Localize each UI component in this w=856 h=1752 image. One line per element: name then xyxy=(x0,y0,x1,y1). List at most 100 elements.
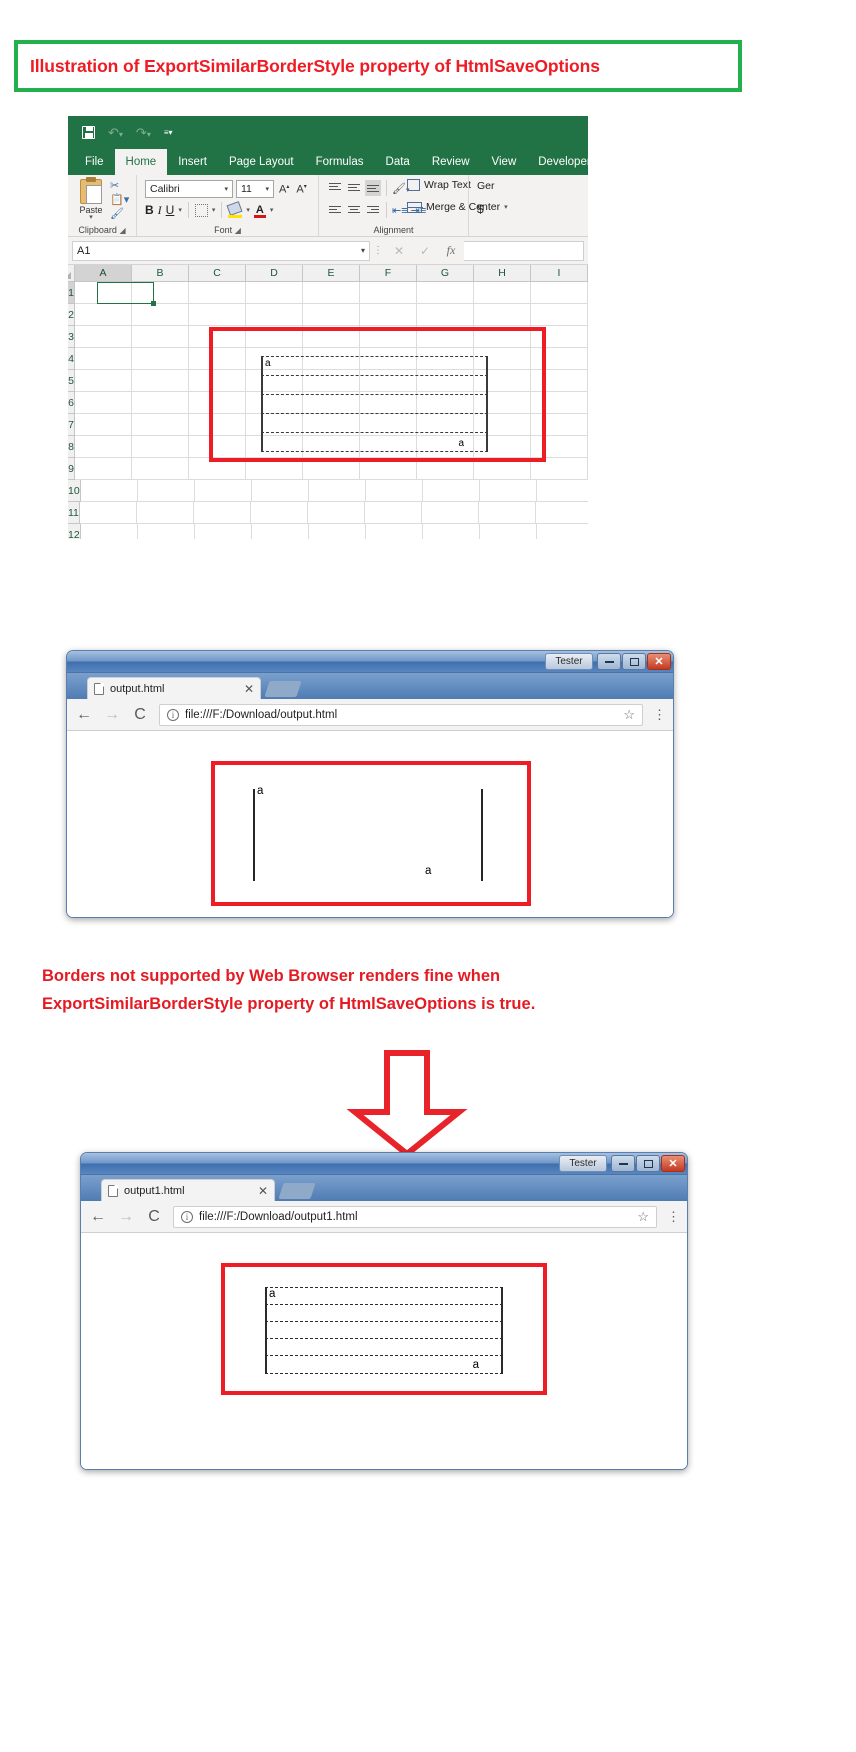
align-top-icon[interactable] xyxy=(327,180,343,196)
font-size-input[interactable]: 11 ▾ xyxy=(236,180,274,198)
info-icon[interactable]: i xyxy=(167,708,179,721)
grid-cell[interactable] xyxy=(478,502,536,524)
row-header-5[interactable]: 5 xyxy=(68,370,75,392)
row-header-3[interactable]: 3 xyxy=(68,326,75,348)
maximize-button[interactable] xyxy=(622,653,646,670)
align-left-icon[interactable] xyxy=(327,202,343,218)
column-header-h[interactable]: H xyxy=(474,265,531,281)
grid-cell[interactable] xyxy=(479,480,537,502)
redo-icon[interactable]: ↷▾ xyxy=(136,126,151,139)
grid-cell[interactable] xyxy=(474,304,531,326)
bookmark-star-icon[interactable]: ☆ xyxy=(623,707,635,723)
tester-button[interactable]: Tester xyxy=(559,1155,607,1172)
font-name-input[interactable]: Calibri ▾ xyxy=(145,180,233,198)
grid-cell[interactable] xyxy=(537,524,588,539)
grid-cell[interactable] xyxy=(246,304,303,326)
grid-cell[interactable] xyxy=(75,392,132,414)
row-header-10[interactable]: 10 xyxy=(68,480,81,502)
undo-icon[interactable]: ↶▾ xyxy=(108,126,123,139)
chevron-down-icon[interactable]: ▾ xyxy=(263,185,271,193)
row-header-4[interactable]: 4 xyxy=(68,348,75,370)
select-all-corner[interactable] xyxy=(68,265,75,281)
active-cell-selection[interactable] xyxy=(97,282,156,306)
grid-cell[interactable] xyxy=(303,282,360,304)
currency-format-icon[interactable]: $ xyxy=(477,202,484,216)
align-right-icon[interactable] xyxy=(365,202,381,218)
reload-icon[interactable]: C xyxy=(145,1208,163,1226)
format-painter-icon[interactable]: 🖌 xyxy=(110,207,134,221)
grid-cell[interactable] xyxy=(246,282,303,304)
forward-icon[interactable]: → xyxy=(117,1208,135,1226)
wrap-text-button[interactable]: Wrap Text xyxy=(407,179,471,191)
minimize-button[interactable] xyxy=(611,1155,635,1172)
chevron-down-icon[interactable]: ▾ xyxy=(361,246,365,255)
grid-cell[interactable] xyxy=(531,304,588,326)
minimize-button[interactable] xyxy=(597,653,621,670)
align-center-icon[interactable] xyxy=(346,202,362,218)
font-dialog-launcher-icon[interactable]: ◢ xyxy=(235,226,241,235)
grid-cell[interactable] xyxy=(250,502,308,524)
row-header-2[interactable]: 2 xyxy=(68,304,75,326)
grid-cell[interactable] xyxy=(531,282,588,304)
grid-cell[interactable] xyxy=(194,480,252,502)
grid-cell[interactable] xyxy=(132,348,189,370)
chevron-down-icon[interactable]: ▾ xyxy=(74,214,108,221)
info-icon[interactable]: i xyxy=(181,1210,193,1223)
chevron-down-icon[interactable]: ▾ xyxy=(178,207,182,214)
chevron-down-icon[interactable]: ▾ xyxy=(270,207,274,214)
back-icon[interactable]: ← xyxy=(75,706,93,724)
grid-cell[interactable] xyxy=(364,502,422,524)
column-header-e[interactable]: E xyxy=(303,265,360,281)
shrink-font-icon[interactable]: A▾ xyxy=(294,183,308,195)
column-header-c[interactable]: C xyxy=(189,265,246,281)
customize-qat-icon[interactable]: ≡▾ xyxy=(164,128,173,137)
clipboard-dialog-launcher-icon[interactable]: ◢ xyxy=(119,226,125,235)
grid-cell[interactable] xyxy=(421,502,479,524)
grid-cell[interactable] xyxy=(535,502,588,524)
column-header-a[interactable]: A xyxy=(75,265,132,281)
ribbon-tab-page-layout[interactable]: Page Layout xyxy=(218,149,305,175)
fill-color-icon[interactable] xyxy=(228,203,243,218)
new-tab-button[interactable] xyxy=(264,681,302,697)
reload-icon[interactable]: C xyxy=(131,706,149,724)
ribbon-tab-review[interactable]: Review xyxy=(421,149,481,175)
formula-input[interactable] xyxy=(464,240,584,261)
chevron-down-icon[interactable]: ▾ xyxy=(222,185,230,193)
copy-icon[interactable]: 📋▾ xyxy=(110,193,134,207)
insert-function-icon[interactable]: fx xyxy=(438,243,464,258)
ribbon-tab-file[interactable]: File xyxy=(74,149,115,175)
ribbon-tab-formulas[interactable]: Formulas xyxy=(305,149,375,175)
forward-icon[interactable]: → xyxy=(103,706,121,724)
grid-cell[interactable] xyxy=(189,282,246,304)
address-bar[interactable]: i file:///F:/Download/output.html ☆ xyxy=(159,703,643,726)
grid-cell[interactable] xyxy=(75,370,132,392)
column-header-i[interactable]: I xyxy=(531,265,588,281)
grid-cell[interactable] xyxy=(308,480,366,502)
tab-close-icon[interactable]: ✕ xyxy=(244,682,254,696)
cut-icon[interactable]: ✂ xyxy=(110,179,134,193)
row-header-9[interactable]: 9 xyxy=(68,458,75,480)
browser-tab[interactable]: output1.html ✕ xyxy=(101,1179,275,1201)
maximize-button[interactable] xyxy=(636,1155,660,1172)
paste-button[interactable]: Paste ▾ xyxy=(74,177,108,221)
grid-cell[interactable] xyxy=(75,458,132,480)
grid-cell[interactable] xyxy=(136,502,194,524)
column-header-f[interactable]: F xyxy=(360,265,417,281)
grid-cell[interactable] xyxy=(365,480,423,502)
underline-button[interactable]: U xyxy=(166,203,175,217)
grid-cell[interactable] xyxy=(360,282,417,304)
bookmark-star-icon[interactable]: ☆ xyxy=(637,1209,649,1225)
grow-font-icon[interactable]: A▴ xyxy=(277,183,291,195)
grid-cell[interactable] xyxy=(193,502,251,524)
grid-cell[interactable] xyxy=(251,480,309,502)
bold-button[interactable]: B xyxy=(145,203,154,217)
grid-cell[interactable] xyxy=(366,524,423,539)
tab-close-icon[interactable]: ✕ xyxy=(258,1184,268,1198)
browser-titlebar[interactable]: Tester ✕ xyxy=(81,1153,687,1175)
grid-cell[interactable] xyxy=(303,304,360,326)
row-header-12[interactable]: 12 xyxy=(68,524,81,539)
grid-cell[interactable] xyxy=(417,304,474,326)
grid-cell[interactable] xyxy=(75,436,132,458)
grid-cell[interactable] xyxy=(474,282,531,304)
grid-cell[interactable] xyxy=(252,524,309,539)
